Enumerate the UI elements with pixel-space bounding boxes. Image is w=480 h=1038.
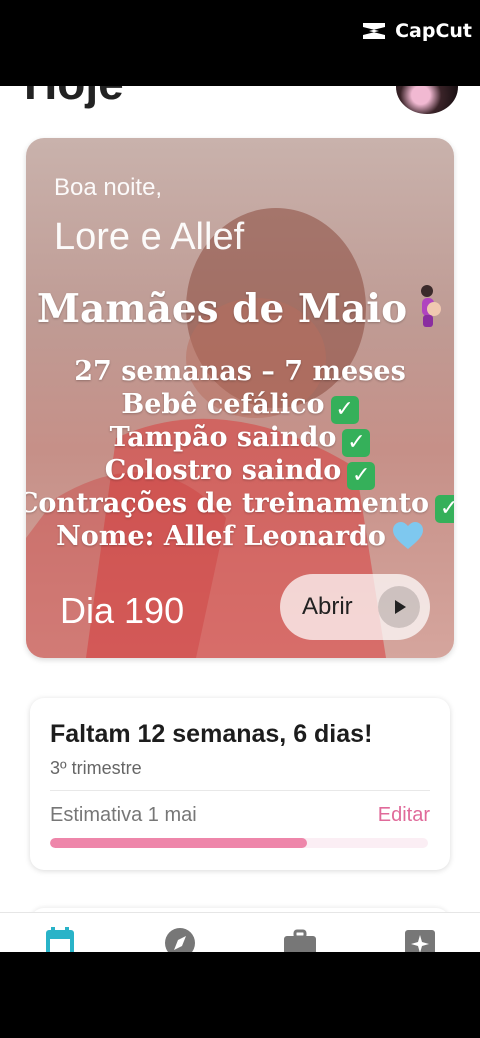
check-mark-icon: ✓ xyxy=(342,429,371,457)
briefcase-icon[interactable] xyxy=(283,927,317,952)
overlay-line-text: Nome: Allef Leonardo xyxy=(56,521,386,552)
status-bar: CapCut xyxy=(0,0,480,86)
due-date-card: Faltam 12 semanas, 6 dias! 3º trimestre … xyxy=(30,698,450,870)
overlay-line-text: Colostro saindo xyxy=(104,455,342,486)
edit-link[interactable]: Editar xyxy=(378,804,430,827)
blue-heart-icon xyxy=(392,522,423,549)
progress-fill xyxy=(50,838,308,848)
open-button-label: Abrir xyxy=(302,593,353,620)
greeting: Boa noite, xyxy=(54,174,163,201)
capcut-watermark: CapCut xyxy=(361,20,472,42)
capcut-logo-icon xyxy=(363,23,386,39)
overlay-line: Bebê cefálico ✓ xyxy=(26,389,454,424)
overlay-line-text: Contrações de treinamento xyxy=(26,488,430,519)
pregnancy-progress-bar xyxy=(50,838,428,848)
play-icon xyxy=(378,586,420,628)
check-mark-icon: ✓ xyxy=(435,495,454,523)
bottom-bar xyxy=(0,952,480,1038)
overlay-line-text: Bebê cefálico xyxy=(121,389,325,420)
day-counter: Dia 190 xyxy=(60,590,185,631)
compass-icon[interactable] xyxy=(163,927,197,952)
overlay-line-text: Tampão saindo xyxy=(109,422,337,453)
couple-names: Lore e Allef xyxy=(54,216,245,258)
page-title: Hoje xyxy=(24,86,124,110)
check-mark-icon: ✓ xyxy=(330,396,359,424)
app-screen: Hoje Boa noite, Lore e Allef Mamães de M… xyxy=(0,86,480,952)
weeks-remaining: Faltam 12 semanas, 6 dias! xyxy=(50,720,373,748)
capcut-label: CapCut xyxy=(395,20,472,42)
pregnant-woman-icon xyxy=(421,285,442,327)
open-button[interactable]: Abrir xyxy=(280,574,430,640)
check-mark-icon: ✓ xyxy=(347,462,376,490)
overlay-line: Tampão saindo ✓ xyxy=(26,422,454,457)
sparkle-icon[interactable] xyxy=(403,927,437,952)
avatar[interactable] xyxy=(396,86,458,114)
overlay-title-text: Mamães de Maio xyxy=(36,286,408,332)
hero-card[interactable]: Boa noite, Lore e Allef Mamães de Maio 2… xyxy=(26,138,454,658)
overlay-line-text: 27 semanas – 7 meses xyxy=(74,356,406,387)
trimester-label: 3º trimestre xyxy=(50,758,142,778)
overlay-line: Nome: Allef Leonardo xyxy=(26,521,454,552)
overlay-line: 27 semanas – 7 meses xyxy=(26,356,454,387)
overlay-line: Contrações de treinamento ✓ xyxy=(26,488,454,523)
bottom-nav xyxy=(0,912,480,952)
overlay-line: Colostro saindo ✓ xyxy=(26,455,454,490)
overlay-title: Mamães de Maio xyxy=(26,284,454,332)
calendar-icon[interactable] xyxy=(43,927,77,952)
divider xyxy=(50,790,430,791)
estimated-date: Estimativa 1 mai xyxy=(50,804,197,826)
